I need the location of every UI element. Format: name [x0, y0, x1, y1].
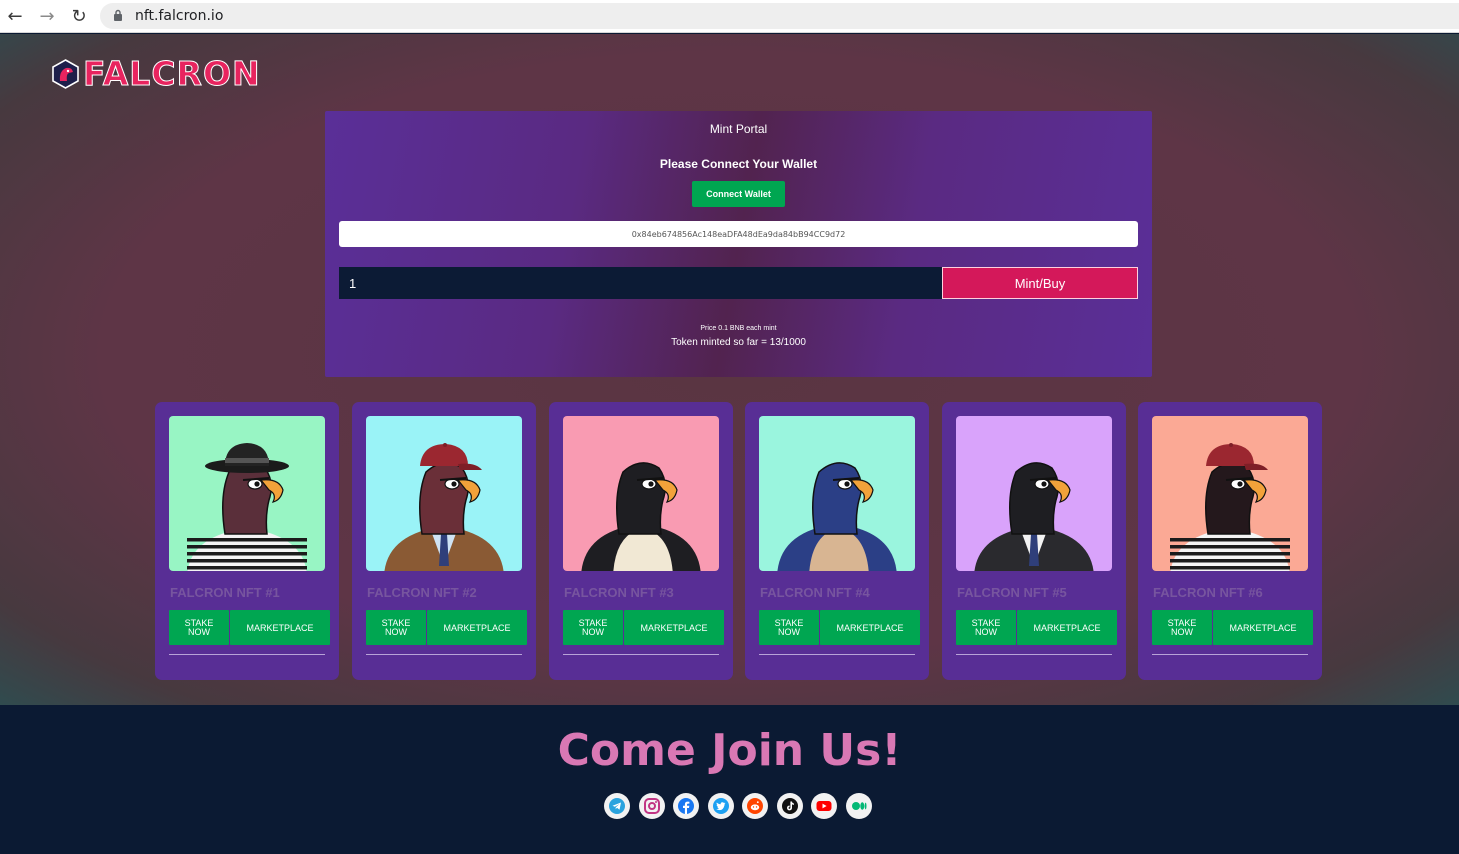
nft-image: [366, 416, 522, 571]
join-us-title: Come Join Us!: [557, 725, 902, 776]
falcon-portrait-icon: [169, 416, 325, 571]
stake-now-button[interactable]: STAKE NOW: [1152, 610, 1212, 645]
nft-image: [563, 416, 719, 571]
facebook-icon[interactable]: [673, 793, 699, 819]
brand-name: FALCRON: [83, 54, 261, 93]
tiktok-icon[interactable]: [776, 793, 803, 819]
nft-title: FALCRON NFT #5: [957, 585, 1067, 600]
stake-now-button[interactable]: STAKE NOW: [563, 610, 623, 645]
instagram-icon[interactable]: [638, 793, 665, 819]
mint-portal: Mint Portal Please Connect Your Wallet C…: [325, 111, 1152, 377]
minted-count-text: Token minted so far = 13/1000: [671, 337, 806, 348]
stake-now-button[interactable]: STAKE NOW: [956, 610, 1016, 645]
browser-toolbar: ← → ↻ nft.falcron.io: [0, 0, 1459, 33]
falcon-portrait-icon: [956, 416, 1112, 571]
telegram-icon[interactable]: [604, 793, 630, 819]
contract-address-field[interactable]: 0x84eb674856Ac148eaDFA48dEa9da84bB94CC9d…: [339, 221, 1138, 247]
nft-title: FALCRON NFT #3: [564, 585, 674, 600]
footer: Come Join Us!: [0, 705, 1459, 854]
falcon-portrait-icon: [1152, 416, 1308, 571]
url-text: nft.falcron.io: [135, 8, 224, 24]
twitter-icon[interactable]: [707, 793, 734, 819]
youtube-icon[interactable]: [811, 793, 837, 819]
price-text: Price 0.1 BNB each mint: [700, 325, 777, 332]
falcon-portrait-icon: [563, 416, 719, 571]
card-divider: [366, 654, 522, 655]
marketplace-button[interactable]: MARKETPLACE: [1213, 610, 1313, 645]
connect-wallet-prompt: Please Connect Your Wallet: [659, 157, 818, 171]
nft-card: FALCRON NFT #2 STAKE NOW MARKETPLACE: [352, 402, 536, 680]
hero-section: FALCRON Mint Portal Please Connect Your …: [0, 34, 1459, 705]
nft-title: FALCRON NFT #6: [1153, 585, 1263, 600]
medium-icon[interactable]: [845, 793, 872, 819]
marketplace-button[interactable]: MARKETPLACE: [1017, 610, 1117, 645]
nft-card: FALCRON NFT #3 STAKE NOW MARKETPLACE: [549, 402, 733, 680]
falcon-badge-icon: [52, 59, 79, 89]
stake-now-button[interactable]: STAKE NOW: [169, 610, 229, 645]
reddit-icon[interactable]: [742, 793, 768, 819]
mint-quantity-input[interactable]: 1: [339, 267, 942, 299]
nft-title: FALCRON NFT #2: [367, 585, 477, 600]
marketplace-button[interactable]: MARKETPLACE: [624, 610, 724, 645]
social-links: [604, 793, 872, 819]
marketplace-button[interactable]: MARKETPLACE: [820, 610, 920, 645]
mint-buy-button[interactable]: Mint/Buy: [942, 267, 1138, 299]
marketplace-button[interactable]: MARKETPLACE: [427, 610, 527, 645]
back-arrow-icon[interactable]: ←: [4, 5, 26, 27]
stake-now-button[interactable]: STAKE NOW: [759, 610, 819, 645]
card-divider: [759, 654, 915, 655]
forward-arrow-icon[interactable]: →: [36, 5, 58, 27]
nft-image: [956, 416, 1112, 571]
nft-card: FALCRON NFT #1 STAKE NOW MARKETPLACE: [155, 402, 339, 680]
nft-image: [1152, 416, 1308, 571]
stake-now-button[interactable]: STAKE NOW: [366, 610, 426, 645]
nft-card: FALCRON NFT #5 STAKE NOW MARKETPLACE: [942, 402, 1126, 680]
marketplace-button[interactable]: MARKETPLACE: [230, 610, 330, 645]
falcon-portrait-icon: [366, 416, 522, 571]
nft-image: [759, 416, 915, 571]
nft-image: [169, 416, 325, 571]
nft-card: FALCRON NFT #4 STAKE NOW MARKETPLACE: [745, 402, 929, 680]
card-divider: [956, 654, 1112, 655]
falcon-portrait-icon: [759, 416, 915, 571]
card-divider: [169, 654, 325, 655]
mint-portal-title: Mint Portal: [709, 122, 768, 136]
address-bar[interactable]: nft.falcron.io: [100, 3, 1459, 29]
card-divider: [563, 654, 719, 655]
nft-card: FALCRON NFT #6 STAKE NOW MARKETPLACE: [1138, 402, 1322, 680]
lock-icon: [114, 9, 122, 21]
nft-title: FALCRON NFT #1: [170, 585, 280, 600]
connect-wallet-button[interactable]: Connect Wallet: [692, 181, 785, 207]
falcron-logo[interactable]: FALCRON: [52, 54, 261, 93]
card-divider: [1152, 654, 1308, 655]
nft-title: FALCRON NFT #4: [760, 585, 870, 600]
reload-icon[interactable]: ↻: [68, 5, 90, 27]
